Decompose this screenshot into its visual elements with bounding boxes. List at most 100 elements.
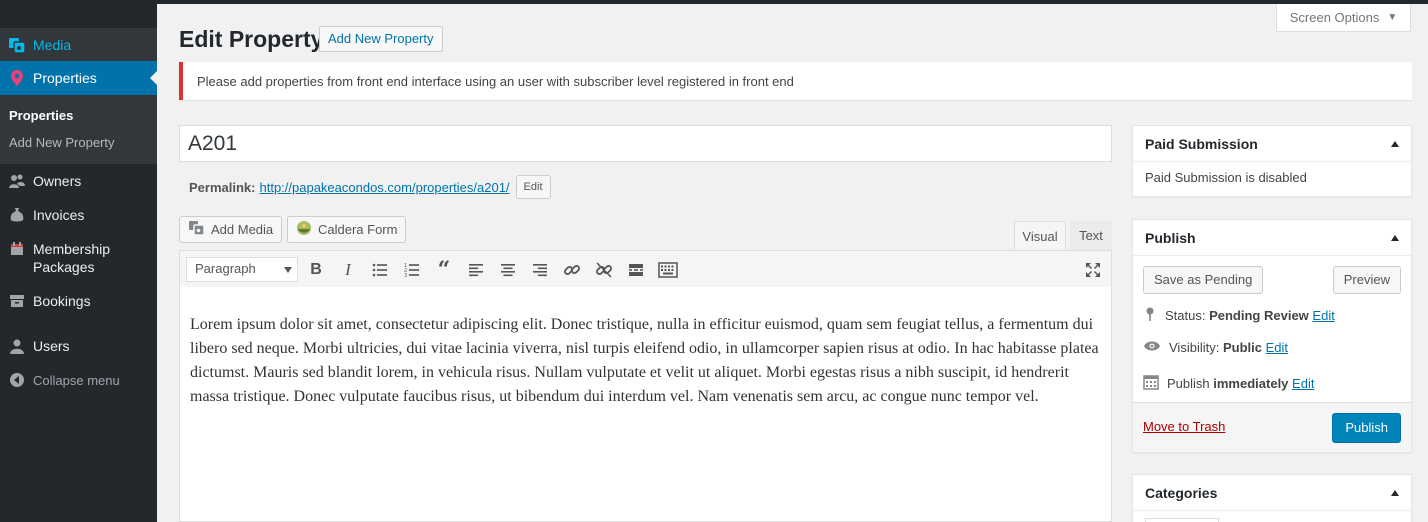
blockquote-icon[interactable]: “ xyxy=(433,257,455,283)
visibility-row: Visibility: Public Edit xyxy=(1143,340,1288,355)
publish-date-value: immediately xyxy=(1213,376,1289,391)
caldera-form-button[interactable]: Caldera Form xyxy=(287,216,407,243)
screen-options-toggle[interactable]: Screen Options ▼ xyxy=(1276,4,1411,32)
edit-visibility-link[interactable]: Edit xyxy=(1266,340,1288,355)
status-value: Pending Review xyxy=(1209,308,1309,323)
publish-date-row: Publish immediately Edit xyxy=(1143,374,1314,393)
post-title-input[interactable] xyxy=(179,125,1112,162)
publish-header[interactable]: Publish xyxy=(1133,220,1411,256)
bold-icon[interactable]: B xyxy=(305,259,327,281)
current-menu-arrow xyxy=(150,71,157,85)
admin-top-bar xyxy=(0,0,1428,4)
sidebar-item-properties[interactable]: Properties xyxy=(0,61,157,95)
sidebar-item-users[interactable]: Users xyxy=(0,336,157,356)
screen-options-label: Screen Options xyxy=(1289,10,1380,25)
format-select-value: Paragraph xyxy=(195,261,256,276)
caldera-logo-icon xyxy=(296,220,312,239)
paid-submission-box: Paid Submission Paid Submission is disab… xyxy=(1132,125,1412,197)
fullscreen-icon[interactable] xyxy=(1082,259,1104,281)
publish-major-actions: Move to Trash Publish xyxy=(1133,402,1411,452)
sidebar-item-label: Bookings xyxy=(33,293,91,309)
preview-button[interactable]: Preview xyxy=(1332,266,1401,294)
align-center-icon[interactable] xyxy=(497,259,519,281)
properties-submenu: Properties Add New Property xyxy=(0,95,157,164)
editor-paragraph: Lorem ipsum dolor sit amet, consectetur … xyxy=(190,316,1099,405)
permalink-label: Permalink: xyxy=(189,179,256,195)
error-notice: Please add properties from front end int… xyxy=(179,62,1412,100)
publish-box: Publish Save as Pending Preview Status: … xyxy=(1132,219,1412,453)
read-more-icon[interactable] xyxy=(625,259,647,281)
editor-content-area[interactable]: Lorem ipsum dolor sit amet, consectetur … xyxy=(179,287,1112,522)
categories-title: Categories xyxy=(1145,484,1218,501)
tab-visual[interactable]: Visual xyxy=(1014,221,1066,250)
media-icon xyxy=(0,36,33,54)
sidebar-item-label: Properties xyxy=(33,70,97,86)
publish-button[interactable]: Publish xyxy=(1332,413,1401,443)
tab-text[interactable]: Text xyxy=(1070,221,1112,250)
paid-submission-text: Paid Submission is disabled xyxy=(1145,170,1307,185)
visibility-value: Public xyxy=(1222,340,1262,355)
publish-title: Publish xyxy=(1145,229,1196,246)
collapse-icon xyxy=(0,372,33,388)
insert-link-icon[interactable] xyxy=(561,259,583,281)
categories-tab[interactable] xyxy=(1145,518,1219,522)
sidebar-item-bookings[interactable]: Bookings xyxy=(0,291,157,311)
sidebar-item-media[interactable]: Media xyxy=(0,28,157,61)
edit-permalink-button[interactable]: Edit xyxy=(515,175,551,199)
pin-icon xyxy=(0,69,33,87)
categories-header[interactable]: Categories xyxy=(1133,475,1411,511)
collapse-menu-button[interactable]: Collapse menu xyxy=(0,370,157,390)
caldera-form-label: Caldera Form xyxy=(318,222,398,237)
calendar-icon xyxy=(0,240,33,256)
format-select[interactable]: Paragraph xyxy=(186,257,298,282)
move-to-trash-link[interactable]: Move to Trash xyxy=(1143,419,1225,434)
sidebar-item-label: Collapse menu xyxy=(33,372,120,388)
pin-icon xyxy=(1143,306,1157,325)
media-icon xyxy=(188,220,205,239)
save-as-pending-button[interactable]: Save as Pending xyxy=(1143,266,1264,294)
remove-link-icon[interactable] xyxy=(593,259,615,281)
sidebar-item-membership-packages[interactable]: Membership Packages xyxy=(0,240,157,276)
status-row: Status: Pending Review Edit xyxy=(1143,306,1335,325)
permalink-link[interactable]: http://papakeacondos.com/properties/a201… xyxy=(259,180,509,195)
chevron-down-icon xyxy=(284,267,292,273)
visibility-label: Visibility: xyxy=(1169,340,1220,355)
collapse-arrow-icon[interactable] xyxy=(1391,234,1399,241)
admin-sidebar: Media Properties Properties Add New Prop… xyxy=(0,0,157,522)
edit-publish-date-link[interactable]: Edit xyxy=(1292,376,1314,391)
add-media-label: Add Media xyxy=(211,222,274,237)
align-right-icon[interactable] xyxy=(529,259,551,281)
dropdown-arrow-icon: ▼ xyxy=(1387,12,1398,23)
editor-toolbar: Paragraph B I 123 “ xyxy=(179,250,1112,288)
italic-icon[interactable]: I xyxy=(337,259,359,281)
add-media-button[interactable]: Add Media xyxy=(179,216,283,243)
sidebar-item-label: Owners xyxy=(33,173,82,189)
publish-date-label: Publish xyxy=(1167,376,1210,391)
archive-icon xyxy=(0,294,33,308)
sidebar-item-invoices[interactable]: Invoices xyxy=(0,205,157,225)
numbered-list-icon[interactable]: 123 xyxy=(401,259,423,281)
permalink-row: Permalink: http://papakeacondos.com/prop… xyxy=(189,175,551,199)
sidebar-item-label: Media xyxy=(33,36,72,53)
page-title: Edit Property xyxy=(179,26,324,52)
edit-status-link[interactable]: Edit xyxy=(1312,308,1334,323)
groups-icon xyxy=(0,173,33,189)
sidebar-item-label: Users xyxy=(33,338,70,354)
submenu-item-add-new-property[interactable]: Add New Property xyxy=(9,135,115,150)
toolbar-toggle-icon[interactable] xyxy=(657,259,679,281)
eye-icon xyxy=(1143,340,1161,355)
categories-box: Categories xyxy=(1132,474,1412,522)
collapse-arrow-icon[interactable] xyxy=(1391,140,1399,147)
paid-submission-title: Paid Submission xyxy=(1145,135,1258,152)
align-left-icon[interactable] xyxy=(465,259,487,281)
add-new-property-button[interactable]: Add New Property xyxy=(319,26,443,52)
collapse-arrow-icon[interactable] xyxy=(1391,489,1399,496)
sidebar-item-owners[interactable]: Owners xyxy=(0,171,157,191)
status-label: Status: xyxy=(1165,308,1206,323)
submenu-item-properties[interactable]: Properties xyxy=(9,108,73,123)
bulleted-list-icon[interactable] xyxy=(369,259,391,281)
svg-text:3: 3 xyxy=(404,273,407,277)
calendar-icon xyxy=(1143,374,1159,393)
paid-submission-header[interactable]: Paid Submission xyxy=(1133,126,1411,162)
notice-text: Please add properties from front end int… xyxy=(197,73,794,89)
